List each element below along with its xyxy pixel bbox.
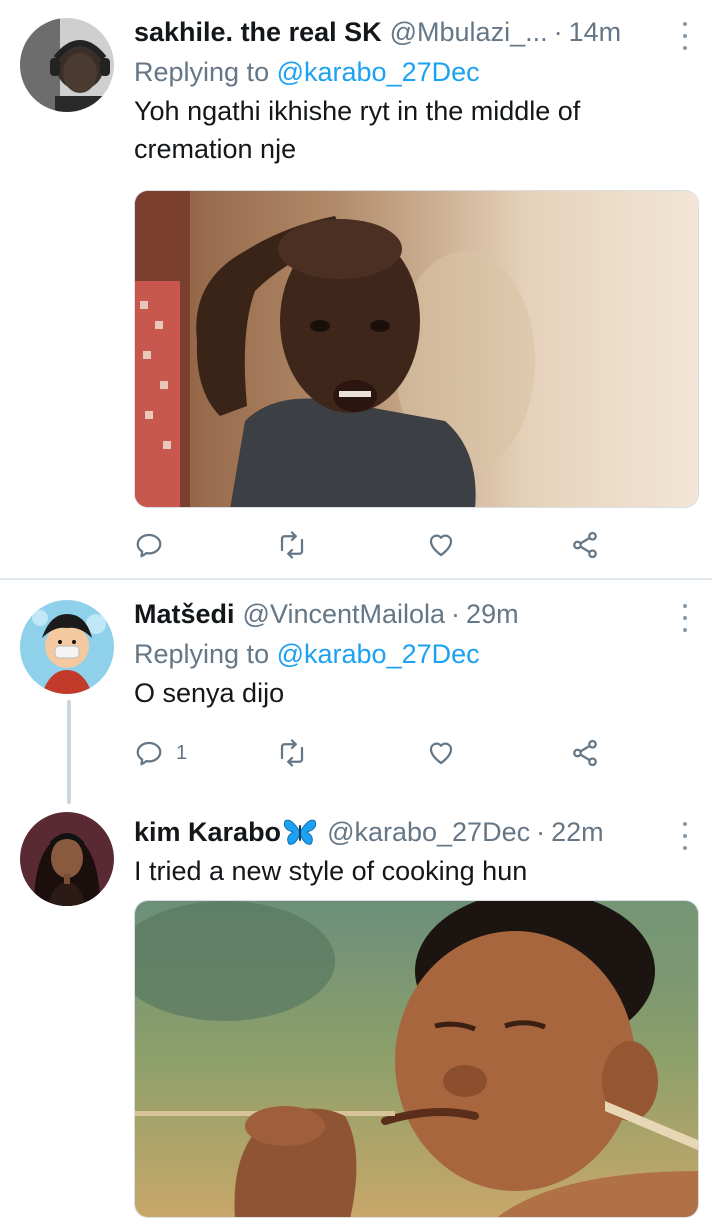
timestamp[interactable]: 14m <box>569 17 622 48</box>
tweet-2[interactable]: Matšedi @VincentMailola · 29m Replying t… <box>0 580 712 804</box>
separator-dot: · <box>553 16 563 47</box>
anime-straw-hat-avatar <box>20 600 114 694</box>
share-icon <box>573 531 597 559</box>
display-name[interactable]: sakhile. the real SK <box>134 17 382 48</box>
display-name[interactable]: kim Karabo <box>134 817 281 848</box>
reply-button[interactable] <box>134 530 164 560</box>
tweet-media-image[interactable] <box>134 190 699 508</box>
tweet-header: sakhile. the real SK @Mbulazi_... · 14m <box>134 14 698 50</box>
replying-to: Replying to @karabo_27Dec <box>134 636 698 672</box>
replying-to: Replying to @karabo_27Dec <box>134 54 698 90</box>
tweet-text: O senya dijo <box>134 678 285 708</box>
timestamp[interactable]: 29m <box>466 599 519 630</box>
tweet-3[interactable]: kim Karabo @karabo_27Dec · 22m I tried a… <box>0 800 712 1223</box>
more-options-icon[interactable] <box>680 822 690 850</box>
separator-dot: · <box>451 598 461 629</box>
mention-link[interactable]: @karabo_27Dec <box>277 57 480 87</box>
reply-count: 1 <box>176 741 188 764</box>
retweet-button[interactable] <box>277 530 307 560</box>
timestamp[interactable]: 22m <box>551 817 604 848</box>
tweet-header: Matšedi @VincentMailola · 29m <box>134 596 698 632</box>
reply-icon <box>136 741 162 766</box>
reply-button[interactable]: 1 <box>134 738 187 768</box>
tweet-text: I tried a new style of cooking hun <box>134 856 528 886</box>
tweet-text-line: Yoh ngathi ikhishe ryt in the middle of <box>134 96 581 126</box>
more-options-icon[interactable] <box>680 604 690 632</box>
avatar[interactable] <box>20 600 114 694</box>
more-options-icon[interactable] <box>680 22 690 50</box>
tweet-header: kim Karabo @karabo_27Dec · 22m <box>134 814 698 850</box>
retweet-icon <box>280 531 304 559</box>
like-button[interactable] <box>426 738 456 768</box>
user-handle[interactable]: @karabo_27Dec <box>327 817 530 848</box>
tweet-text-line: cremation nje <box>134 134 297 164</box>
share-button[interactable] <box>570 738 600 768</box>
like-button[interactable] <box>426 530 456 560</box>
butterfly-icon <box>283 819 317 845</box>
user-handle[interactable]: @Mbulazi_... <box>390 17 548 48</box>
heart-icon <box>429 534 453 557</box>
share-icon <box>573 739 597 767</box>
user-handle[interactable]: @VincentMailola <box>243 599 446 630</box>
retweet-button[interactable] <box>277 738 307 768</box>
thread-line <box>67 700 71 804</box>
heart-icon <box>429 742 453 765</box>
reply-icon <box>136 533 162 558</box>
replying-label: Replying to <box>134 639 270 669</box>
share-button[interactable] <box>570 530 600 560</box>
tweet-text: Yoh ngathi ikhishe ryt in the middle of … <box>134 92 698 168</box>
woman-portrait-avatar <box>20 812 114 906</box>
man-smoking-photo <box>135 901 698 1217</box>
avatar[interactable] <box>20 812 114 906</box>
separator-dot: · <box>536 816 546 847</box>
display-name[interactable]: Matšedi <box>134 599 235 630</box>
man-in-headphones-avatar <box>20 18 114 112</box>
tweet-1[interactable]: sakhile. the real SK @Mbulazi_... · 14m … <box>0 0 712 580</box>
replying-label: Replying to <box>134 57 270 87</box>
crying-child-photo <box>135 191 698 507</box>
mention-link[interactable]: @karabo_27Dec <box>277 639 480 669</box>
tweet-media-image[interactable] <box>134 900 699 1218</box>
retweet-icon <box>280 739 304 767</box>
avatar[interactable] <box>20 18 114 112</box>
